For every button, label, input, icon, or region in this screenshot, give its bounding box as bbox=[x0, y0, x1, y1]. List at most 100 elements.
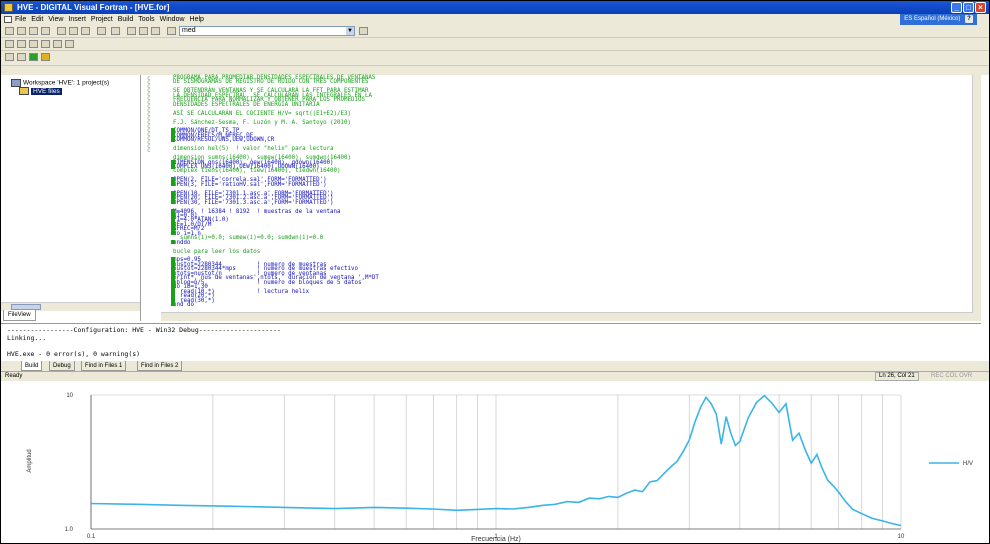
redo-icon[interactable] bbox=[111, 27, 120, 35]
language-indicator[interactable]: ES Español (México) bbox=[904, 16, 960, 22]
output-line: Linking... bbox=[7, 334, 47, 342]
menu-build[interactable]: Build bbox=[118, 16, 134, 23]
windows-list-icon[interactable] bbox=[151, 27, 160, 35]
change-marker bbox=[171, 239, 175, 245]
y-tick-label: 10 bbox=[66, 393, 73, 399]
checkmark-icon[interactable] bbox=[29, 53, 38, 61]
pane-header bbox=[1, 66, 989, 75]
build-icon[interactable] bbox=[17, 40, 26, 48]
menu-window[interactable]: Window bbox=[160, 16, 185, 23]
compile-icon[interactable] bbox=[5, 40, 14, 48]
tab-build[interactable]: Build bbox=[21, 361, 43, 371]
menu-view[interactable]: View bbox=[48, 16, 63, 23]
stop-build-icon[interactable] bbox=[29, 40, 38, 48]
output-line: -----------------Configuration: HVE - Wi… bbox=[7, 326, 281, 334]
code-line: OPEN(30, FILE='7301.3.asc.a',FORM='FORMA… bbox=[173, 199, 334, 206]
save-icon[interactable] bbox=[29, 27, 38, 35]
new-file-icon[interactable] bbox=[5, 27, 14, 35]
output-window-icon[interactable] bbox=[139, 27, 148, 35]
menu-project[interactable]: Project bbox=[91, 16, 113, 23]
workspace-icon[interactable] bbox=[127, 27, 136, 35]
tab-find-in-files-1[interactable]: Find in Files 1 bbox=[81, 361, 127, 371]
cursor-position: Ln 26, Col 21 bbox=[875, 372, 919, 381]
build-toolbar bbox=[1, 38, 989, 51]
code-line: bucle para leer los datos bbox=[173, 248, 261, 255]
window-title: HVE - DIGITAL Visual Fortran - [HVE.for] bbox=[17, 3, 170, 12]
menu-tools[interactable]: Tools bbox=[138, 16, 154, 23]
open-folder-icon[interactable] bbox=[17, 27, 26, 35]
help-icon[interactable]: ? bbox=[965, 15, 973, 23]
x-tick-label: 10 bbox=[898, 534, 905, 540]
status-text: Ready bbox=[5, 373, 23, 379]
code-line: DENSIDADES ESPECTRALES DE ENERGÍA UNITAR… bbox=[173, 101, 320, 108]
x-tick-label: 0.1 bbox=[87, 534, 96, 540]
code-line: dimension hel(5) ! valor "helix" para le… bbox=[173, 146, 334, 153]
find-icon[interactable] bbox=[359, 27, 368, 35]
menu-edit[interactable]: Edit bbox=[31, 16, 43, 23]
minimize-button[interactable]: _ bbox=[951, 2, 962, 13]
tab-debug[interactable]: Debug bbox=[49, 361, 75, 371]
code-line: OPEN(3, FILE='ratioHV.sal',FORM='FORMATT… bbox=[173, 181, 327, 188]
change-marker bbox=[171, 181, 175, 187]
editor-gutter: ccccccccccccccccccc bbox=[141, 75, 161, 313]
change-marker bbox=[171, 137, 175, 142]
change-marker bbox=[171, 230, 175, 236]
code-line: complex tiens(16400), tiew(16400), tiedw… bbox=[173, 168, 341, 175]
change-marker bbox=[171, 164, 175, 169]
code-line: M=4096 ! 16384 ! 8192 ! muestras de la v… bbox=[173, 208, 341, 215]
status-bar: Ready Ln 26, Col 21 REC COL OVR READ bbox=[1, 371, 989, 388]
menu-file[interactable]: File bbox=[15, 16, 26, 23]
app-icon bbox=[4, 3, 13, 12]
project-node[interactable]: HVE files bbox=[19, 87, 62, 95]
y-axis-label: Amplitud bbox=[27, 449, 33, 472]
find-combo-value: med bbox=[182, 27, 196, 34]
save-all-icon[interactable] bbox=[41, 27, 50, 35]
close-button[interactable]: × bbox=[975, 2, 986, 13]
standard-toolbar: med ▼ bbox=[1, 25, 989, 38]
menu-insert[interactable]: Insert bbox=[68, 16, 86, 23]
menu-help[interactable]: Help bbox=[190, 16, 204, 23]
class-wizard-icon[interactable] bbox=[5, 53, 14, 61]
x-axis-label: Frecuencia (Hz) bbox=[471, 536, 521, 543]
menu-items: File Edit View Insert Project Build Tools Windo… bbox=[15, 14, 209, 25]
breakpoint-icon[interactable] bbox=[65, 40, 74, 48]
go-icon[interactable] bbox=[53, 40, 62, 48]
tab-fileview[interactable]: FileView bbox=[3, 310, 36, 321]
output-line: HVE.exe - 0 error(s), 0 warning(s) bbox=[7, 350, 141, 358]
wizard-toolbar bbox=[1, 51, 989, 66]
execute-icon[interactable] bbox=[41, 40, 50, 48]
output-tabs: Build Debug Find in Files 1 Find in File… bbox=[1, 361, 989, 371]
editor-vertical-scrollbar[interactable] bbox=[972, 75, 981, 321]
y-tick-label: 1.0 bbox=[65, 527, 74, 533]
legend-label: H/V bbox=[963, 461, 973, 467]
edit-pencil-icon[interactable] bbox=[41, 53, 50, 61]
change-marker bbox=[171, 199, 175, 205]
find-in-files-icon[interactable] bbox=[167, 27, 176, 35]
workspace-root[interactable]: Workspace 'HVE': 1 project(s) bbox=[11, 79, 109, 87]
code-line: COMMON/RESUL/UNS,UEW,UDOWN,CR bbox=[173, 137, 275, 144]
editor-horizontal-scrollbar[interactable] bbox=[161, 312, 973, 321]
language-bar[interactable]: ES Español (México) ? bbox=[900, 14, 977, 25]
undo-icon[interactable] bbox=[97, 27, 106, 35]
code-editor[interactable]: ccccccccccccccccccc PROGRAMA PARA PROMED… bbox=[141, 75, 981, 321]
code-line: sumns(i)=0.0; sumew(i)=0.0; sumdwn(i)=0.… bbox=[173, 235, 324, 242]
document-icon[interactable] bbox=[4, 16, 12, 23]
tab-find-in-files-2[interactable]: Find in Files 2 bbox=[137, 361, 183, 371]
workspace-root-label: Workspace 'HVE': 1 project(s) bbox=[23, 79, 110, 87]
code-line: ASÍ SE CALCULARÁN EL COCIENTE H/V= sqrt(… bbox=[173, 110, 351, 117]
cut-icon[interactable] bbox=[57, 27, 66, 35]
comment-marker: c bbox=[147, 147, 151, 154]
code-line: end do bbox=[173, 301, 194, 308]
chevron-down-icon[interactable]: ▼ bbox=[346, 27, 354, 35]
wizard-action-icon[interactable] bbox=[17, 53, 26, 61]
title-bar: HVE - DIGITAL Visual Fortran - [HVE.for]… bbox=[1, 1, 989, 14]
tab-fileview-label: FileView bbox=[8, 312, 31, 318]
workspace-pane: Workspace 'HVE': 1 project(s) HVE files … bbox=[1, 75, 141, 321]
menu-bar: File Edit View Insert Project Build Tools Windo… bbox=[1, 14, 989, 25]
paste-icon[interactable] bbox=[81, 27, 90, 35]
find-combo[interactable]: med ▼ bbox=[179, 26, 355, 36]
copy-icon[interactable] bbox=[69, 27, 78, 35]
code-line: DE SISMOGRAMAS DE REGISTRO DE RUIDO CON … bbox=[173, 79, 369, 86]
maximize-button[interactable]: □ bbox=[963, 2, 974, 13]
change-marker bbox=[171, 301, 175, 307]
